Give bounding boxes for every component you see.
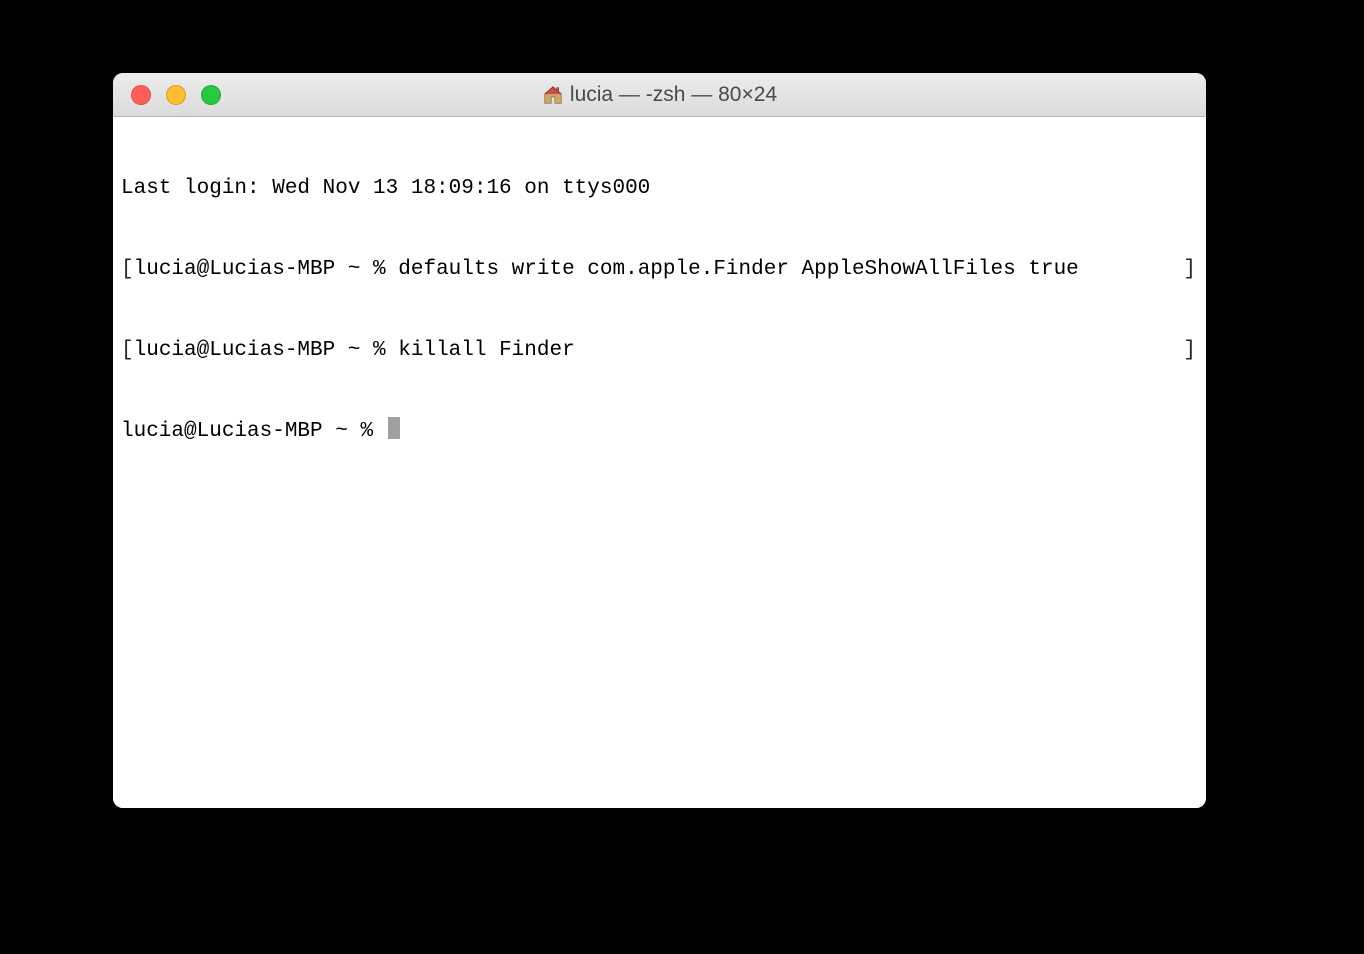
- traffic-lights: [113, 85, 221, 105]
- bracket-right: ]: [1183, 337, 1198, 364]
- terminal-line: [lucia@Lucias-MBP ~ % killall Finder]: [121, 337, 1198, 364]
- bracket-left: [: [121, 256, 134, 283]
- window-title: lucia — -zsh — 80×24: [570, 83, 777, 107]
- command-text: killall Finder: [398, 337, 574, 364]
- prompt-text: lucia@Lucias-MBP ~ %: [134, 337, 399, 364]
- last-login-text: Last login: Wed Nov 13 18:09:16 on ttys0…: [121, 175, 650, 202]
- prompt-text: lucia@Lucias-MBP ~ %: [121, 418, 386, 445]
- terminal-window: lucia — -zsh — 80×24 Last login: Wed Nov…: [113, 73, 1206, 808]
- terminal-line-last-login: Last login: Wed Nov 13 18:09:16 on ttys0…: [121, 175, 1198, 202]
- close-button[interactable]: [131, 85, 151, 105]
- terminal-line: [lucia@Lucias-MBP ~ % defaults write com…: [121, 256, 1198, 283]
- maximize-button[interactable]: [201, 85, 221, 105]
- home-icon: [542, 84, 564, 106]
- command-text: defaults write com.apple.Finder AppleSho…: [398, 256, 1079, 283]
- minimize-button[interactable]: [166, 85, 186, 105]
- terminal-body[interactable]: Last login: Wed Nov 13 18:09:16 on ttys0…: [113, 117, 1206, 808]
- window-title-area: lucia — -zsh — 80×24: [113, 83, 1206, 107]
- bracket-right: ]: [1183, 256, 1198, 283]
- cursor-icon: [388, 417, 400, 439]
- titlebar[interactable]: lucia — -zsh — 80×24: [113, 73, 1206, 117]
- bracket-left: [: [121, 337, 134, 364]
- prompt-text: lucia@Lucias-MBP ~ %: [134, 256, 399, 283]
- terminal-line-current: lucia@Lucias-MBP ~ %: [121, 418, 1198, 445]
